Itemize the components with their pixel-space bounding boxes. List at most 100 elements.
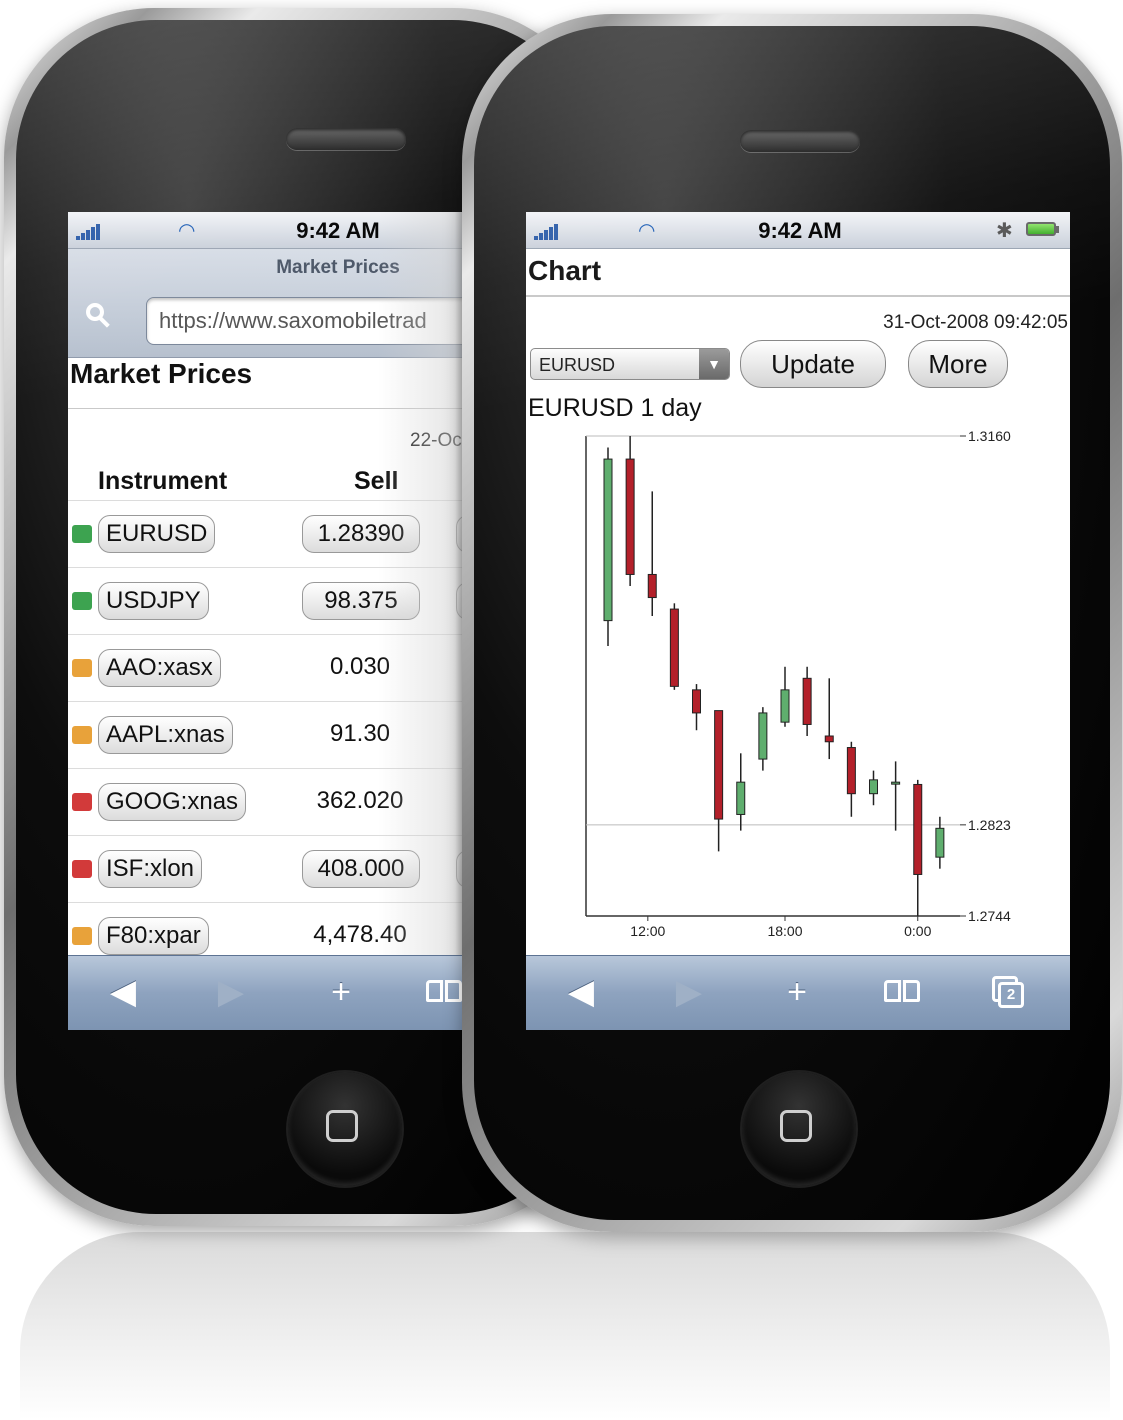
pages-icon[interactable]: 2 [992, 976, 1026, 1010]
stock-icon [72, 659, 92, 677]
candle-body [736, 781, 746, 815]
wifi-icon: ◠ [178, 220, 196, 242]
instrument-button[interactable]: AAPL:xnas [98, 716, 233, 754]
add-bookmark-icon[interactable]: + [316, 972, 366, 1012]
candle-body [647, 573, 657, 599]
home-square-icon [326, 1110, 358, 1142]
browser-address-bar: Market Prices https://www.saxomobiletrad [68, 249, 488, 358]
floor-reflection [20, 1232, 1110, 1420]
add-bookmark-icon[interactable]: + [772, 972, 822, 1012]
search-icon[interactable] [86, 303, 112, 329]
status-time: 9:42 AM [296, 218, 380, 243]
signal-strength-icon [534, 222, 559, 240]
table-row: ISF:xlon 408.000 [68, 835, 488, 902]
candle-body [913, 783, 923, 875]
sell-price-button[interactable]: 1.28390 [302, 515, 420, 553]
x-tick-label: 12:00 [630, 923, 665, 939]
stock-icon [72, 726, 92, 744]
table-row: USDJPY 98.375 [68, 567, 488, 634]
page-title: Chart [526, 249, 1070, 297]
sell-price: 91.30 [329, 720, 391, 747]
forward-icon[interactable]: ▶ [664, 972, 714, 1012]
pages-count: 2 [998, 982, 1024, 1008]
candle-body [935, 827, 945, 858]
earpiece-speaker [740, 130, 860, 152]
column-header-sell: Sell [354, 467, 399, 495]
stock-icon [72, 927, 92, 945]
table-row: GOOG:xnas 362.020 [68, 768, 488, 835]
back-icon[interactable]: ◀ [556, 972, 606, 1012]
candle-body [780, 689, 790, 723]
right-phone: ◠ 9:42 AM ✱ Chart 31-Oct-2008 09:42:05 E… [462, 14, 1122, 1232]
instrument-select-value: EURUSD [539, 355, 616, 375]
instrument-button[interactable]: USDJPY [98, 582, 209, 620]
instrument-button[interactable]: F80:xpar [98, 917, 209, 955]
bookmarks-icon[interactable] [424, 980, 464, 1006]
browser-page-title: Market Prices [276, 257, 400, 278]
candle-body [891, 781, 901, 785]
candle-body [802, 677, 812, 725]
home-square-icon [780, 1110, 812, 1142]
candle-body [669, 608, 679, 687]
status-bar: ◠ 9:42 AM [68, 212, 488, 249]
bluetooth-icon: ✱ [996, 220, 1013, 242]
right-phone-bezel: ◠ 9:42 AM ✱ Chart 31-Oct-2008 09:42:05 E… [474, 26, 1110, 1220]
browser-toolbar: ◀ ▶ + [68, 955, 488, 1030]
sell-price: 4,478.40 [313, 921, 407, 948]
sell-price: 362.020 [316, 787, 404, 814]
back-icon[interactable]: ◀ [98, 972, 148, 1012]
fx-icon [72, 525, 92, 543]
x-tick-label: 18:00 [767, 923, 802, 939]
sell-price: 0.030 [329, 653, 391, 680]
y-tick-label: 1.3160 [968, 428, 1011, 444]
candle-body [824, 735, 834, 743]
instrument-button[interactable]: ISF:xlon [98, 850, 203, 888]
candle-body [625, 458, 635, 575]
url-input[interactable]: https://www.saxomobiletrad [146, 297, 488, 345]
price-date: 22-Oct [410, 430, 468, 451]
bookmarks-icon[interactable] [882, 980, 922, 1006]
status-time: 9:42 AM [758, 218, 842, 243]
candle-body [846, 747, 856, 795]
y-tick-label: 1.2744 [968, 908, 1011, 924]
chevron-down-icon: ▼ [699, 349, 729, 379]
update-button[interactable]: Update [740, 340, 886, 388]
table-row: EURUSD 1.28390 [68, 500, 488, 567]
instrument-button[interactable]: AAO:xasx [98, 649, 221, 687]
instrument-select[interactable]: EURUSD ▼ [530, 348, 730, 380]
quote-timestamp: 31-Oct-2008 09:42:05 [883, 312, 1068, 333]
sell-price-button[interactable]: 98.375 [302, 582, 420, 620]
page-title: Market Prices [70, 358, 253, 389]
closed-icon [72, 793, 92, 811]
closed-icon [72, 860, 92, 878]
signal-strength-icon [76, 222, 101, 240]
battery-icon [1026, 222, 1056, 236]
instrument-button[interactable]: EURUSD [98, 515, 216, 553]
home-button[interactable] [742, 1072, 856, 1186]
sell-price-button[interactable]: 408.000 [302, 850, 420, 888]
instrument-button[interactable]: GOOG:xnas [98, 783, 247, 821]
candle-body [758, 712, 768, 760]
heading-divider [68, 408, 488, 409]
status-bar: ◠ 9:42 AM ✱ [526, 212, 1070, 249]
x-tick-label: 0:00 [904, 923, 931, 939]
wifi-icon: ◠ [638, 220, 656, 242]
candle-body [869, 779, 878, 795]
table-row: AAO:xasx 0.030 [68, 634, 488, 701]
candle-body [692, 689, 701, 714]
earpiece-speaker [286, 128, 406, 150]
right-screen: ◠ 9:42 AM ✱ Chart 31-Oct-2008 09:42:05 E… [526, 212, 1070, 1030]
left-screen: ◠ 9:42 AM Market Prices https://www.saxo… [68, 212, 488, 1030]
candlestick-chart: 1.3160 1.2823 1.2744 12:00 18:00 0:00 [585, 428, 1011, 939]
column-header-instrument: Instrument [98, 467, 228, 495]
home-button[interactable] [288, 1072, 402, 1186]
forward-icon[interactable]: ▶ [206, 972, 256, 1012]
table-row: AAPL:xnas 91.30 [68, 701, 488, 768]
battery-tip-icon [1056, 226, 1059, 233]
candle-body [603, 458, 613, 622]
candle-body [714, 710, 724, 820]
fx-icon [72, 592, 92, 610]
y-tick-label: 1.2823 [968, 817, 1011, 833]
more-button[interactable]: More [908, 340, 1008, 388]
browser-toolbar: ◀ ▶ + 2 [526, 955, 1070, 1030]
